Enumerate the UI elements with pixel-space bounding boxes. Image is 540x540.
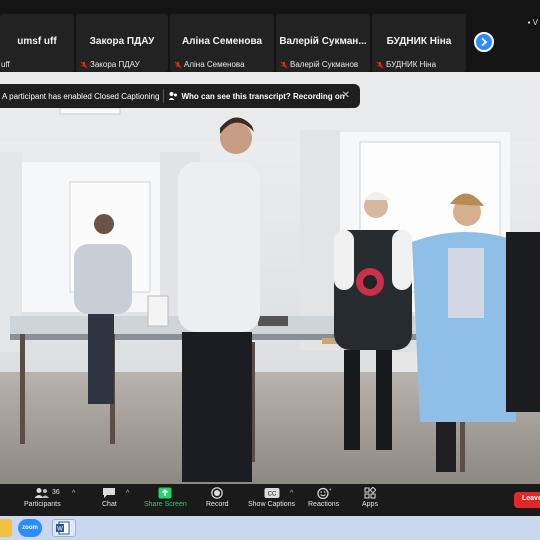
participant-name: Валерій Сукман...: [279, 36, 367, 47]
participant-name: Аліна Семенова: [181, 36, 263, 47]
record-button[interactable]: Record: [206, 487, 229, 508]
participants-caret-icon[interactable]: ^: [72, 490, 75, 497]
windows-taskbar: zoom W: [0, 516, 540, 540]
participant-tile[interactable]: Валерій Сукман... Валерій Сукманов: [276, 14, 370, 72]
microphone-muted-icon: [376, 60, 384, 69]
participants-icon: [34, 488, 50, 498]
show-captions-button[interactable]: CC Show Captions: [248, 487, 295, 508]
share-screen-icon: [158, 487, 172, 499]
record-icon: [211, 487, 224, 499]
zoom-window: umsf uff uff Закора ПДАУ Закора ПДАУ Алі…: [0, 0, 540, 540]
participants-label: Participants: [24, 501, 61, 508]
captions-icon: CC: [264, 488, 280, 498]
next-participants-button[interactable]: [474, 32, 494, 52]
zoom-taskbar-icon[interactable]: zoom: [18, 519, 42, 537]
zoom-taskbar-label: zoom: [22, 525, 38, 531]
view-icon: ▪: [527, 18, 531, 27]
share-screen-label: Share Screen: [144, 501, 187, 508]
chat-caret-icon[interactable]: ^: [126, 490, 129, 497]
participant-label: БУДНИК Ніна: [376, 60, 436, 69]
leave-button[interactable]: Leave: [514, 492, 540, 508]
participant-label-text: Аліна Семенова: [184, 60, 245, 69]
participant-label: Закора ПДАУ: [80, 60, 140, 69]
participant-label: Валерій Сукманов: [280, 60, 358, 69]
microphone-muted-icon: [280, 60, 288, 69]
microphone-muted-icon: [174, 60, 182, 69]
transcript-icon: [168, 92, 178, 100]
captions-notice-text: A participant has enabled Closed Caption…: [2, 91, 160, 101]
document-icon: W: [56, 521, 70, 535]
participant-tile[interactable]: umsf uff uff: [0, 14, 74, 72]
file-explorer-icon[interactable]: [0, 519, 12, 537]
chevron-right-icon: [481, 37, 488, 47]
chat-icon: [103, 488, 116, 498]
captions-banner: A participant has enabled Closed Caption…: [0, 84, 360, 108]
transcript-info-link[interactable]: Who can see this transcript? Recording o…: [168, 91, 345, 101]
svg-text:W: W: [57, 527, 63, 533]
word-taskbar-icon[interactable]: W: [52, 519, 76, 537]
captions-caret-icon[interactable]: ^: [290, 490, 293, 497]
reactions-button[interactable]: + Reactions: [308, 487, 339, 508]
close-icon[interactable]: ✕: [342, 90, 350, 101]
participant-name: БУДНИК Ніна: [386, 36, 452, 47]
participant-tile[interactable]: Закора ПДАУ Закора ПДАУ: [76, 14, 168, 72]
chat-label: Chat: [102, 501, 117, 508]
banner-divider: [163, 89, 165, 103]
participant-tile[interactable]: Аліна Семенова Аліна Семенова: [170, 14, 274, 72]
reactions-label: Reactions: [308, 501, 340, 508]
participant-label-text: Закора ПДАУ: [90, 60, 140, 69]
apps-icon: [364, 487, 376, 499]
chat-button[interactable]: Chat: [102, 487, 117, 508]
share-screen-button[interactable]: Share Screen: [144, 487, 187, 508]
view-menu[interactable]: ▪ V: [528, 18, 538, 27]
classroom-video: [0, 72, 540, 484]
participant-label: Аліна Семенова: [174, 60, 245, 69]
microphone-muted-icon: [80, 60, 88, 69]
participant-label: uff: [1, 60, 10, 69]
participant-tile[interactable]: БУДНИК Ніна БУДНИК Ніна: [372, 14, 466, 72]
show-captions-label: Show Captions: [248, 501, 296, 508]
participant-label-text: БУДНИК Ніна: [386, 60, 437, 69]
apps-button[interactable]: Apps: [362, 487, 378, 508]
main-video-feed: [0, 72, 540, 484]
participant-name: umsf uff: [17, 36, 57, 47]
svg-text:CC: CC: [267, 492, 276, 498]
view-label: V: [532, 18, 538, 27]
transcript-link-text: Who can see this transcript? Recording o…: [181, 91, 345, 101]
participant-strip: umsf uff uff Закора ПДАУ Закора ПДАУ Алі…: [0, 0, 540, 72]
svg-text:+: +: [329, 487, 331, 493]
participant-label-text: uff: [1, 60, 10, 69]
record-label: Record: [206, 501, 229, 508]
reactions-icon: +: [316, 487, 331, 499]
apps-label: Apps: [362, 501, 378, 508]
participant-name: Закора ПДАУ: [89, 36, 155, 47]
participants-count: 36: [52, 489, 60, 496]
meeting-toolbar: Participants 36 ^ Chat ^ Share Screen Re…: [0, 484, 540, 516]
participant-label-text: Валерій Сукманов: [290, 60, 359, 69]
